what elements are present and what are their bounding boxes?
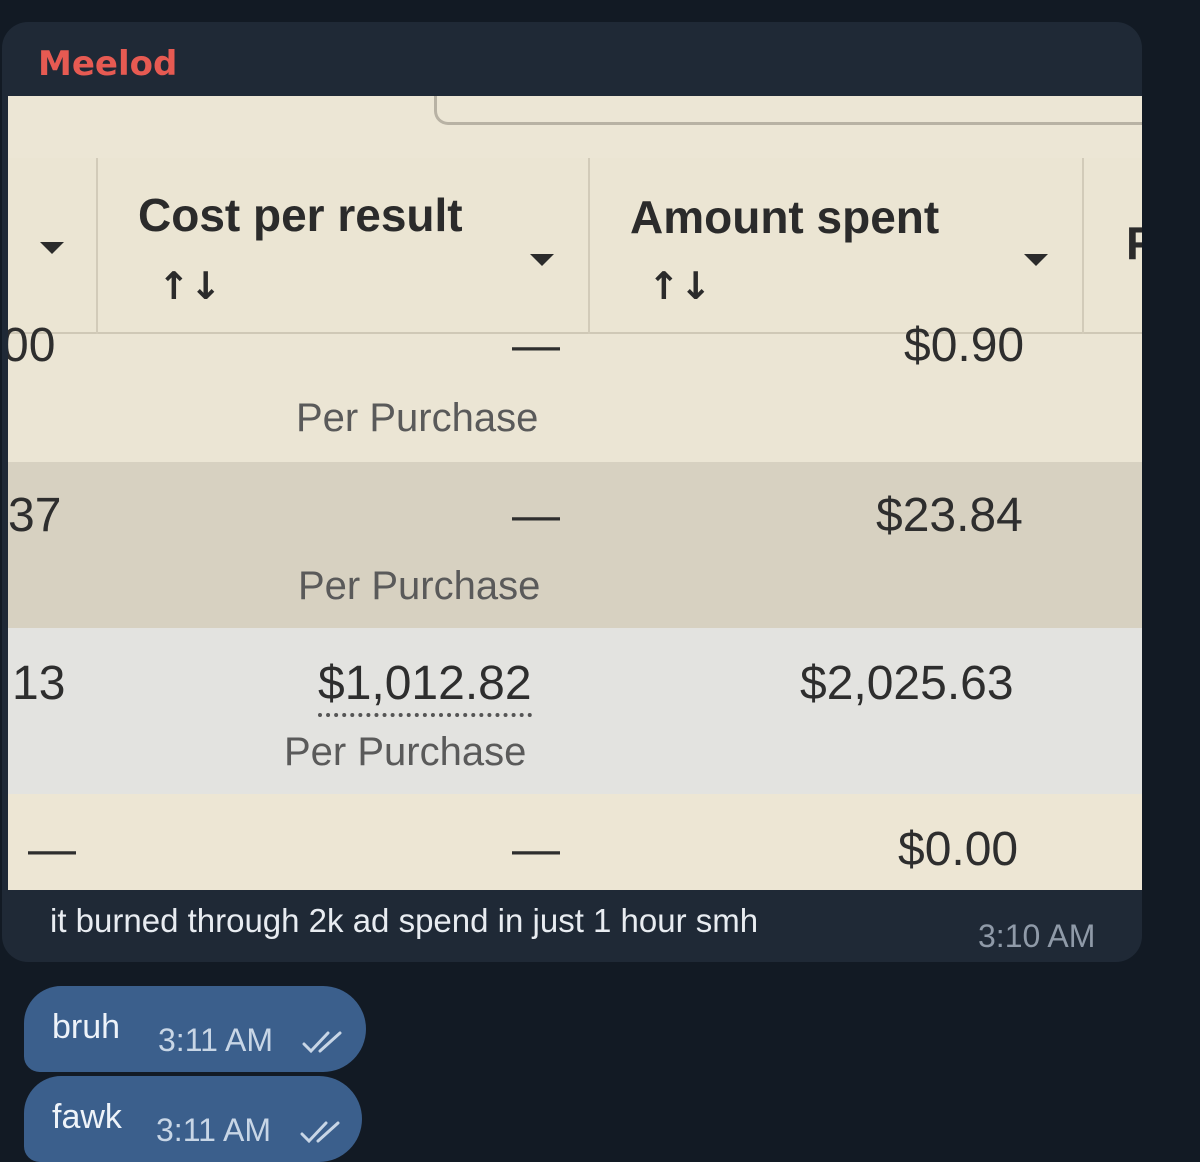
message-timestamp: 3:11 AM (156, 1112, 272, 1148)
column-title-cost-per-result[interactable]: Cost per result (138, 188, 463, 242)
sort-icon[interactable]: ↑↓ (158, 264, 222, 308)
amount-spent-value: $0.00 (898, 823, 1019, 876)
message-text: fawk (52, 1098, 122, 1136)
read-double-check-icon (300, 1121, 340, 1144)
sender-name[interactable]: Meelod (38, 44, 177, 84)
left-partial-value: 13 (12, 657, 66, 710)
left-partial-value: 00 (8, 319, 56, 372)
amount-spent-value: $0.90 (904, 319, 1025, 372)
cost-per-result-label: Per Purchase (296, 396, 539, 440)
table-row (8, 628, 1142, 794)
cost-per-result-label: Per Purchase (298, 564, 541, 608)
cost-per-result-label: Per Purchase (284, 730, 527, 774)
read-double-check-icon (302, 1031, 342, 1054)
sort-icon[interactable]: ↑↓ (648, 264, 712, 308)
cost-per-result-value: — (512, 319, 560, 372)
table-row (8, 462, 1142, 628)
search-box-outline (434, 96, 1142, 125)
left-partial-value: — (28, 823, 76, 876)
amount-spent-value: $23.84 (876, 489, 1023, 542)
cut-off-column-title: F (1126, 217, 1142, 269)
outgoing-message-bubble[interactable]: bruh 3:11 AM (24, 986, 366, 1072)
cost-per-result-value[interactable]: $1,012.82 (318, 656, 532, 717)
message-timestamp: 3:11 AM (158, 1022, 274, 1058)
outgoing-message-bubble[interactable]: fawk 3:11 AM (24, 1076, 362, 1162)
message-timestamp: 3:10 AM (978, 918, 1096, 954)
column-dropdown-caret-icon[interactable] (1024, 254, 1048, 266)
column-dropdown-caret-icon[interactable] (40, 242, 64, 254)
table-header (8, 158, 1142, 335)
column-title-amount-spent[interactable]: Amount spent (630, 190, 939, 244)
attached-screenshot-image[interactable]: Cost per result ↑↓ Amount spent ↑↓ F 00 … (8, 96, 1142, 890)
left-partial-value: 37 (8, 489, 62, 542)
column-dropdown-caret-icon[interactable] (530, 254, 554, 266)
message-text: bruh (52, 1008, 121, 1046)
cost-per-result-value: — (512, 489, 560, 542)
message-caption: it burned through 2k ad spend in just 1 … (50, 902, 759, 939)
cost-per-result-value: — (512, 823, 560, 876)
amount-spent-value: $2,025.63 (800, 657, 1014, 710)
table-toolbar-area (8, 96, 1142, 160)
